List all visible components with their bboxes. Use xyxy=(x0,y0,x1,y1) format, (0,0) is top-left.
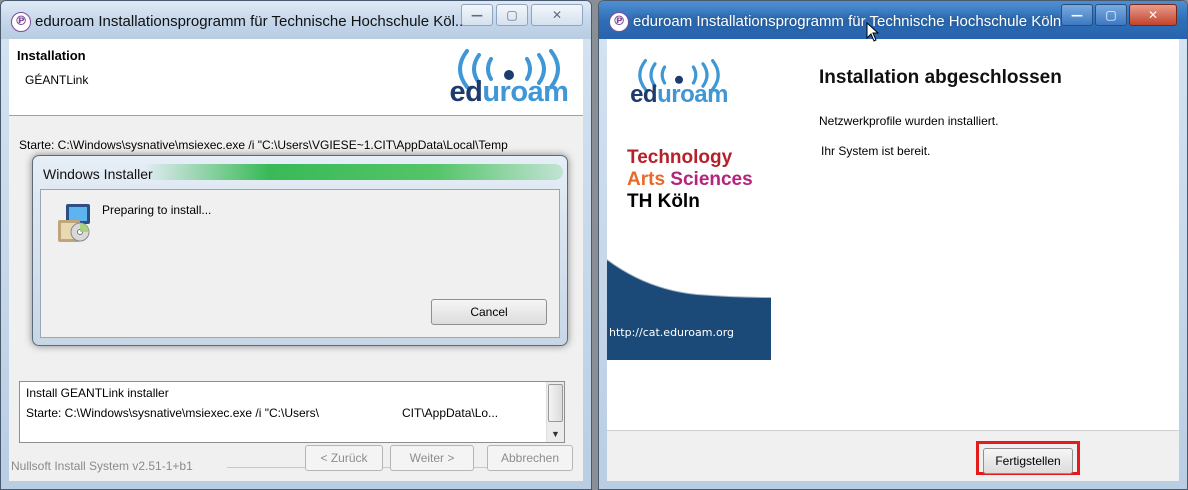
footer-bar: Fertigstellen xyxy=(607,430,1179,481)
sidebar-wave-band xyxy=(607,258,771,360)
th-koeln-logo: Technology Arts Sciences TH Köln xyxy=(627,147,753,212)
dialog-message: Preparing to install... xyxy=(102,203,212,217)
close-button[interactable]: ✕ xyxy=(531,4,583,26)
nsis-branding: Nullsoft Install System v2.51-1+b1 xyxy=(11,459,193,473)
log-line: CIT\AppData\Lo... xyxy=(402,406,499,420)
log-line: Starte: C:\Windows\sysnative\msiexec.exe… xyxy=(26,406,320,420)
dialog-title: Windows Installer xyxy=(43,166,153,182)
window-title: eduroam Installationsprogramm für Techni… xyxy=(633,13,1062,30)
page-subtitle: GÉANTLink xyxy=(25,73,89,87)
highlight-box: Fertigstellen xyxy=(976,441,1080,475)
title-bar[interactable]: ℗ eduroam Installationsprogramm für Tech… xyxy=(599,1,1187,39)
scroll-thumb[interactable] xyxy=(548,384,563,422)
dialog-body: Preparing to install... Cancel xyxy=(40,189,560,338)
installer-window-right: ℗ eduroam Installationsprogramm für Tech… xyxy=(598,0,1188,490)
window-client: eduroam Technology Arts Sciences TH Köln… xyxy=(607,39,1179,481)
eduroam-app-icon: ℗ xyxy=(11,12,31,32)
progress-glow xyxy=(143,164,563,180)
system-ready-text: Ihr System ist bereit. xyxy=(821,144,931,158)
completion-heading: Installation abgeschlossen xyxy=(819,67,1062,88)
eduroam-app-icon: ℗ xyxy=(609,12,629,32)
mouse-cursor-icon xyxy=(866,22,880,42)
page-title: Installation xyxy=(17,48,86,63)
windows-installer-dialog: Windows Installer Preparing to install..… xyxy=(32,155,568,346)
profiles-installed-text: Netzwerkprofile wurden installiert. xyxy=(819,114,999,128)
next-button[interactable]: Weiter > xyxy=(390,445,474,471)
maximize-button[interactable]: ▢ xyxy=(496,4,528,26)
windows-installer-icon xyxy=(58,204,90,242)
maximize-button[interactable]: ▢ xyxy=(1095,4,1127,26)
installer-window-left: ℗ eduroam Installationsprogramm für Tech… xyxy=(0,0,592,490)
log-line: Install GEANTLink installer xyxy=(26,386,169,400)
scroll-down-icon[interactable]: ▼ xyxy=(547,429,564,439)
header-panel: Installation GÉANTLink eduroam xyxy=(9,39,583,116)
minimize-button[interactable]: — xyxy=(1061,4,1093,26)
cat-url: http://cat.eduroam.org xyxy=(609,326,735,339)
install-log[interactable]: Install GEANTLink installer Starte: C:\W… xyxy=(19,381,565,443)
branding-sidebar: eduroam Technology Arts Sciences TH Köln… xyxy=(607,39,771,430)
title-bar[interactable]: ℗ eduroam Installationsprogramm für Tech… xyxy=(1,1,591,39)
eduroam-logo: eduroam xyxy=(619,59,739,109)
status-line: Starte: C:\Windows\sysnative\msiexec.exe… xyxy=(19,138,508,152)
abort-button[interactable]: Abbrechen xyxy=(487,445,573,471)
installer-cancel-button[interactable]: Cancel xyxy=(431,299,547,325)
back-button[interactable]: < Zurück xyxy=(305,445,383,471)
finish-button[interactable]: Fertigstellen xyxy=(983,448,1073,474)
window-title: eduroam Installationsprogramm für Techni… xyxy=(35,13,468,30)
minimize-button[interactable]: — xyxy=(461,4,493,26)
close-button[interactable]: ✕ xyxy=(1129,4,1177,26)
eduroam-logo: eduroam xyxy=(439,49,579,109)
log-scrollbar[interactable]: ▼ xyxy=(546,382,564,442)
